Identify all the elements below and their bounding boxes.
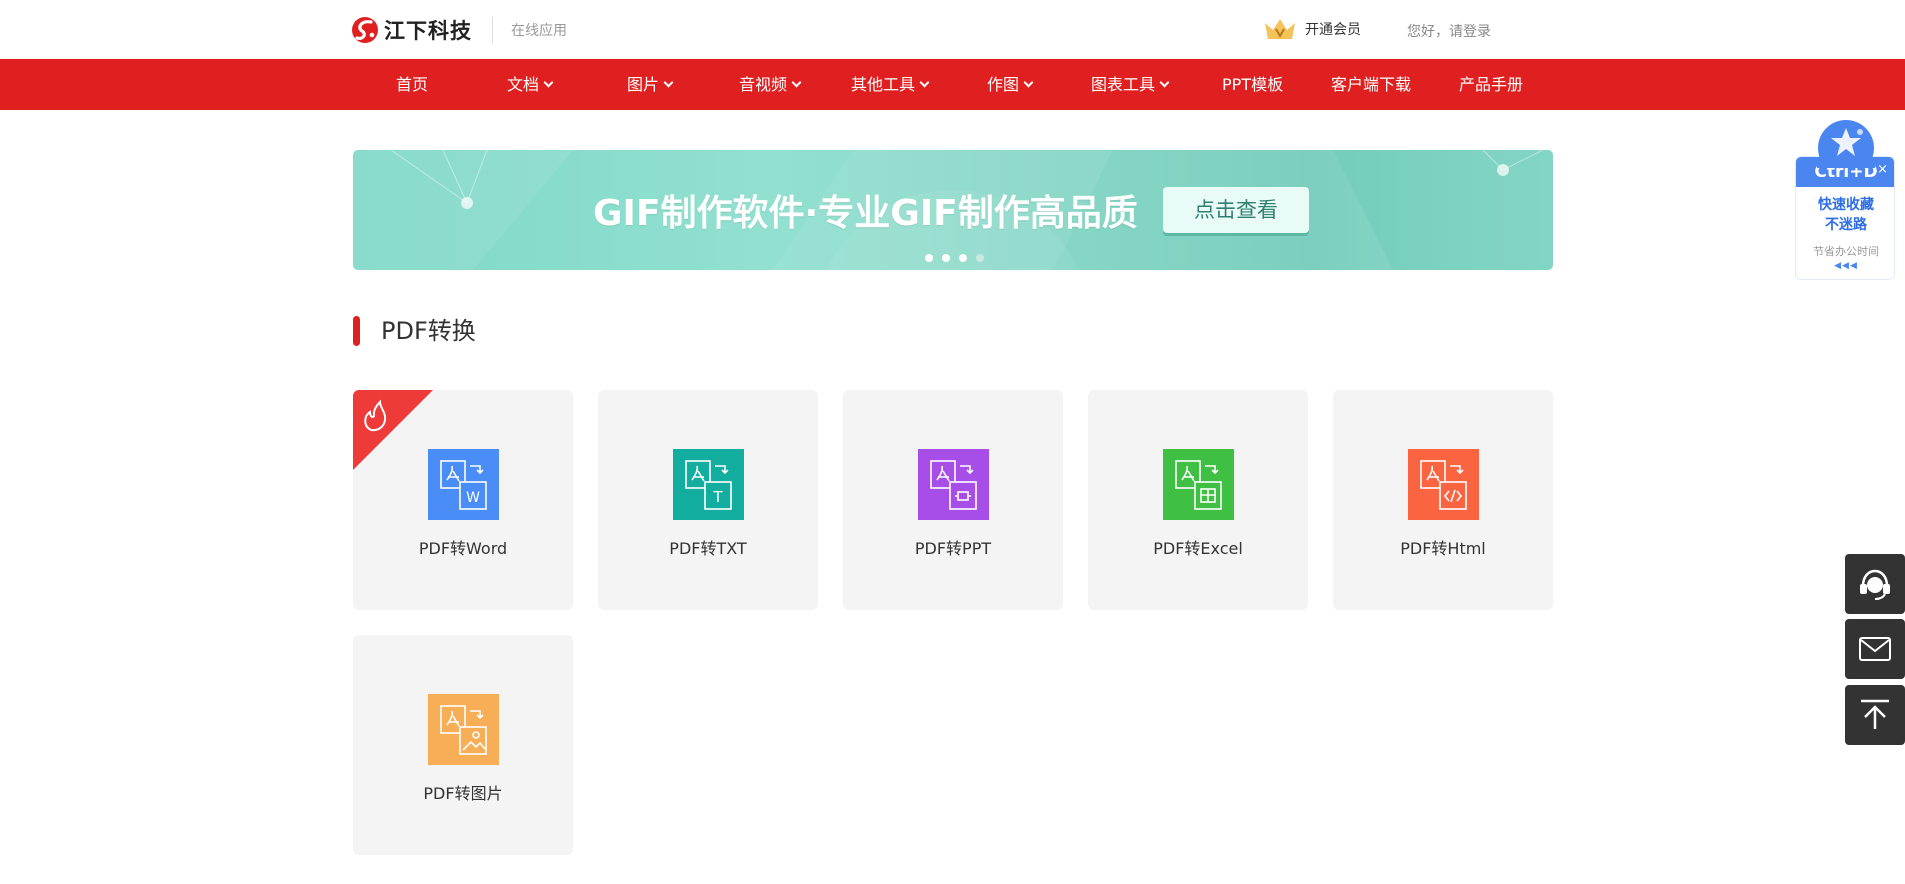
tool-card-pdf-to-txt[interactable]: T PDF转TXT (598, 390, 818, 610)
bookmark-widget[interactable]: Ctrl+D × 快速收藏 不迷路 节省办公时间 ◀◀◀ (1795, 118, 1895, 282)
nav-item-drawing[interactable]: 作图 (987, 59, 1034, 110)
nav-item-images[interactable]: 图片 (627, 59, 674, 110)
login-link[interactable]: 您好，请登录 (1407, 21, 1491, 41)
pdf-to-excel-icon (1163, 449, 1234, 520)
chevron-down-icon (1159, 77, 1170, 87)
crown-icon (1265, 19, 1295, 39)
banner-title: GIF制作软件·专业GIF制作高品质 (593, 193, 1138, 234)
nav-label: 作图 (987, 75, 1020, 94)
star-icon (1817, 120, 1875, 168)
tool-label: PDF转Excel (1153, 539, 1243, 558)
bookmark-text: 快速收藏 不迷路 (1796, 195, 1894, 235)
carousel-dot[interactable] (976, 254, 984, 262)
nav-label: 首页 (396, 75, 429, 94)
nav-label: 图表工具 (1091, 75, 1156, 94)
logo-divider (492, 17, 493, 43)
carousel-dot[interactable] (959, 254, 967, 262)
tool-label: PDF转Html (1400, 539, 1486, 558)
tool-label: PDF转PPT (914, 539, 992, 558)
svg-text:T: T (712, 488, 723, 506)
chevron-down-icon (543, 77, 554, 87)
bookmark-line-2: 不迷路 (1825, 217, 1867, 233)
nav-item-media[interactable]: 音视频 (739, 59, 802, 110)
pdf-to-html-icon (1408, 449, 1479, 520)
chevron-down-icon (791, 77, 802, 87)
nav-label: PPT模板 (1222, 75, 1284, 94)
tool-card-pdf-to-ppt[interactable]: PDF转PPT (843, 390, 1063, 610)
nav-item-home[interactable]: 首页 (396, 59, 428, 110)
bookmark-line-1: 快速收藏 (1818, 197, 1874, 213)
nav-item-product-manual[interactable]: 产品手册 (1459, 59, 1523, 110)
tool-card-pdf-to-html[interactable]: PDF转Html (1333, 390, 1553, 610)
main-nav: 首页 文档 图片 音视频 其他工具 作图 图表工具 PPT模板 客户端下载 产品… (0, 59, 1905, 110)
tool-card-pdf-to-word[interactable]: W PDF转Word (353, 390, 573, 610)
hot-badge (353, 390, 433, 470)
carousel-dot[interactable] (942, 254, 950, 262)
nav-label: 文档 (507, 75, 540, 94)
carousel-dot[interactable] (925, 254, 933, 262)
nav-item-client-download[interactable]: 客户端下载 (1331, 59, 1411, 110)
logo[interactable]: 江下科技 (351, 13, 472, 47)
brand-name: 江下科技 (384, 19, 472, 43)
nav-label: 其他工具 (851, 75, 916, 94)
pdf-to-word-icon: W (428, 449, 499, 520)
chevron-down-icon (919, 77, 930, 87)
vip-link[interactable]: 开通会员 (1263, 17, 1361, 41)
nav-label: 音视频 (739, 75, 788, 94)
headset-icon (1860, 569, 1890, 600)
logo-icon (352, 17, 378, 43)
bookmark-panel: Ctrl+D × 快速收藏 不迷路 节省办公时间 ◀◀◀ (1795, 156, 1895, 280)
close-icon[interactable]: × (1877, 157, 1888, 183)
nav-label: 图片 (627, 75, 660, 94)
message-button[interactable] (1845, 619, 1905, 679)
pdf-to-ppt-icon (918, 449, 989, 520)
pdf-to-image-icon (428, 694, 499, 765)
nav-item-ppt-templates[interactable]: PPT模板 (1222, 59, 1283, 110)
nav-item-chart-tools[interactable]: 图表工具 (1091, 59, 1170, 110)
chevron-down-icon (663, 77, 674, 87)
arrow-left-icon: ◀◀◀ (1834, 261, 1858, 271)
svg-text:W: W (466, 490, 480, 506)
vip-label: 开通会员 (1305, 22, 1361, 38)
customer-service-button[interactable] (1845, 554, 1905, 614)
mail-icon (1859, 637, 1891, 661)
promo-banner[interactable]: GIF制作软件·专业GIF制作高品质 点击查看 (353, 150, 1553, 270)
site-subtitle: 在线应用 (511, 23, 567, 39)
back-to-top-button[interactable] (1845, 685, 1905, 745)
nav-item-docs[interactable]: 文档 (507, 59, 554, 110)
pdf-to-txt-icon: T (673, 449, 744, 520)
bookmark-subtext: 节省办公时间 (1813, 245, 1879, 258)
nav-item-other-tools[interactable]: 其他工具 (851, 59, 930, 110)
tool-card-pdf-to-excel[interactable]: PDF转Excel (1088, 390, 1308, 610)
carousel-dots (925, 254, 984, 262)
chevron-down-icon (1023, 77, 1034, 87)
nav-label: 客户端下载 (1331, 75, 1412, 94)
tool-label: PDF转TXT (669, 539, 747, 558)
top-header: 江下科技 在线应用 开通会员 您好，请登录 (0, 0, 1905, 59)
banner-view-button[interactable]: 点击查看 (1163, 187, 1309, 233)
section-title: PDF转换 (381, 317, 476, 345)
arrow-up-icon (1861, 699, 1889, 729)
tool-label: PDF转Word (418, 539, 508, 558)
tool-card-pdf-to-image[interactable]: PDF转图片 (353, 635, 573, 855)
section-accent-bar (353, 316, 360, 346)
nav-label: 产品手册 (1459, 75, 1524, 94)
tool-label: PDF转图片 (423, 784, 503, 803)
